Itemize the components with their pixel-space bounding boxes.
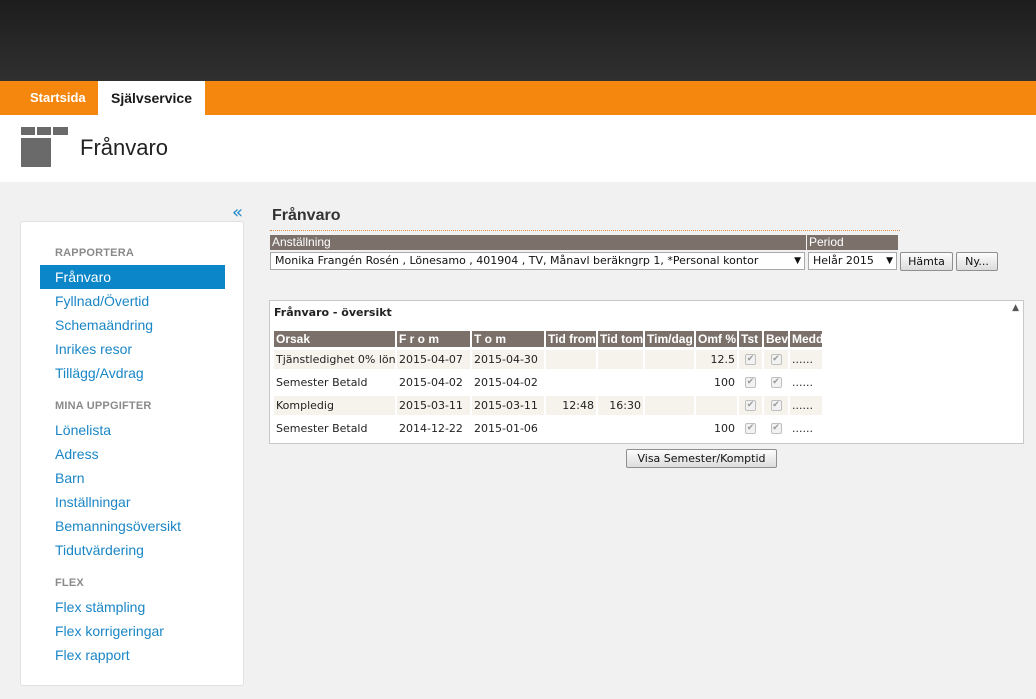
table-cell-from: 2015-04-02 — [399, 376, 463, 389]
table-cell-medd[interactable]: ...... — [790, 419, 822, 438]
anstallning-select-value: Monika Frangén Rosén , Lönesamo , 401904… — [275, 254, 759, 267]
period-label: Period — [807, 235, 898, 250]
table-cell-bev: ✔ — [764, 373, 788, 392]
nav-tab-startsida[interactable]: Startsida — [30, 81, 86, 115]
period-select-value: Helår 2015 — [813, 254, 874, 267]
sidebar-item-flex-korrigeringar[interactable]: Flex korrigeringar — [40, 619, 225, 643]
sidebar-item-fyllnad-overtid[interactable]: Fyllnad/Övertid — [40, 289, 225, 313]
section-title: Frånvaro — [272, 207, 341, 224]
sidebar-item-barn[interactable]: Barn — [40, 466, 225, 490]
table-cell-tst: ✔ — [739, 373, 762, 392]
table-cell-tid-tom — [598, 350, 643, 369]
anstallning-select[interactable]: Monika Frangén Rosén , Lönesamo , 401904… — [270, 252, 805, 270]
column-header-tid-from: Tid from — [546, 331, 596, 347]
sidebar-item-flex-rapport[interactable]: Flex rapport — [40, 643, 225, 667]
table-cell-bev: ✔ — [764, 419, 788, 438]
sidebar-item-franvaro[interactable]: Frånvaro — [40, 265, 225, 289]
table-cell-tom: 2015-03-11 — [472, 396, 544, 415]
tst-checkbox[interactable]: ✔ — [745, 354, 756, 365]
column-header-bev: Bev — [764, 331, 788, 347]
sidebar-item-tidutvardering[interactable]: Tidutvärdering — [40, 538, 225, 562]
nav-tab-sjalvservice[interactable]: Självservice — [98, 81, 205, 115]
sidebar: RAPPORTERA Frånvaro Fyllnad/Övertid Sche… — [20, 221, 244, 686]
hamta-button[interactable]: Hämta — [900, 252, 953, 271]
table-cell-omf: 12.5 — [696, 350, 737, 369]
sidebar-item-tillagg-avdrag[interactable]: Tillägg/Avdrag — [40, 361, 225, 385]
table-cell-orsak: Semester Betald — [276, 376, 368, 389]
bev-checkbox[interactable]: ✔ — [770, 423, 782, 434]
column-header-tom: T o m — [472, 331, 544, 347]
table-cell-tom: 2015-01-06 — [474, 422, 538, 435]
table-cell-tim-dag — [645, 350, 694, 369]
collapse-sidebar-icon[interactable]: « — [232, 203, 243, 223]
table-cell-tid-tom — [598, 419, 643, 438]
sidebar-heading-flex: FLEX — [55, 577, 84, 589]
visa-semester-komptid-button[interactable]: Visa Semester/Komptid — [626, 449, 777, 468]
sidebar-heading-rapportera: RAPPORTERA — [55, 247, 135, 259]
sidebar-item-adress[interactable]: Adress — [40, 442, 225, 466]
sidebar-item-bemanningsoversikt[interactable]: Bemanningsöversikt — [40, 514, 225, 538]
dropdown-arrow-icon: ▼ — [886, 256, 893, 266]
grid-logo-icon — [21, 127, 68, 167]
column-header-orsak: Orsak — [274, 331, 395, 347]
column-header-medd: Medd — [790, 331, 822, 347]
tst-checkbox[interactable]: ✔ — [745, 377, 756, 388]
table-cell-tid-tom: 16:30 — [598, 396, 643, 415]
table-cell-medd[interactable]: ...... — [790, 350, 822, 369]
main-navigation: Startsida Självservice — [0, 81, 1036, 115]
table-cell-orsak: Tjänstledighet 0% lön — [274, 350, 395, 369]
table-cell-tid-tom — [598, 373, 643, 392]
table-cell-bev: ✔ — [764, 396, 788, 415]
table-cell-tid-from: 12:48 — [546, 396, 596, 415]
page-header: Frånvaro — [0, 115, 1036, 182]
bev-checkbox[interactable]: ✔ — [770, 400, 782, 411]
table-cell-tst: ✔ — [739, 419, 762, 438]
table-cell-tid-from — [546, 419, 596, 438]
sidebar-heading-mina-uppgifter: MINA UPPGIFTER — [55, 400, 152, 412]
table-cell-omf — [696, 396, 737, 415]
new-button[interactable]: Ny... — [956, 252, 998, 271]
table-cell-orsak: Kompledig — [274, 396, 395, 415]
tst-checkbox[interactable]: ✔ — [745, 400, 756, 411]
bev-checkbox[interactable]: ✔ — [770, 377, 782, 388]
column-header-tid-tom: Tid tom — [598, 331, 643, 347]
panel-title: Frånvaro - översikt — [274, 306, 392, 319]
period-select[interactable]: Helår 2015 ▼ — [808, 252, 897, 270]
table-cell-bev: ✔ — [764, 350, 788, 369]
table-cell-tid-from — [546, 350, 596, 369]
table-cell-tim-dag — [645, 396, 694, 415]
sidebar-item-inrikes-resor[interactable]: Inrikes resor — [40, 337, 225, 361]
sidebar-item-flex-stampling[interactable]: Flex stämpling — [40, 595, 225, 619]
table-cell-tim-dag — [645, 419, 694, 438]
top-banner — [0, 0, 1036, 81]
column-header-tst: Tst — [739, 331, 762, 347]
sidebar-item-schemaandring[interactable]: Schemaändring — [40, 313, 225, 337]
table-cell-medd[interactable]: ...... — [790, 373, 822, 392]
tst-checkbox[interactable]: ✔ — [745, 423, 756, 434]
table-cell-omf: 100 — [714, 376, 735, 389]
column-header-omf: Omf % — [696, 331, 737, 347]
table-cell-tid-from — [546, 373, 596, 392]
table-cell-orsak: Semester Betald — [276, 422, 368, 435]
column-header-tim-dag: Tim/dag — [645, 331, 694, 347]
page-title: Frånvaro — [80, 135, 169, 160]
table-cell-tom: 2015-04-02 — [474, 376, 538, 389]
title-divider — [270, 230, 900, 231]
table-cell-from: 2015-04-07 — [397, 350, 470, 369]
table-cell-tim-dag — [645, 373, 694, 392]
bev-checkbox[interactable]: ✔ — [770, 354, 782, 365]
table-cell-medd[interactable]: ...... — [790, 396, 822, 415]
dropdown-arrow-icon: ▼ — [794, 256, 801, 266]
collapse-panel-icon[interactable]: ▲ — [1012, 303, 1019, 313]
table-cell-from: 2014-12-22 — [399, 422, 463, 435]
table-cell-tom: 2015-04-30 — [472, 350, 544, 369]
sidebar-item-lonelista[interactable]: Lönelista — [40, 418, 225, 442]
column-header-from: F r o m — [397, 331, 470, 347]
table-cell-tst: ✔ — [739, 350, 762, 369]
sidebar-item-installningar[interactable]: Inställningar — [40, 490, 225, 514]
table-cell-omf: 100 — [714, 422, 735, 435]
table-cell-tst: ✔ — [739, 396, 762, 415]
anstallning-label: Anställning — [270, 235, 806, 250]
table-cell-from: 2015-03-11 — [397, 396, 470, 415]
